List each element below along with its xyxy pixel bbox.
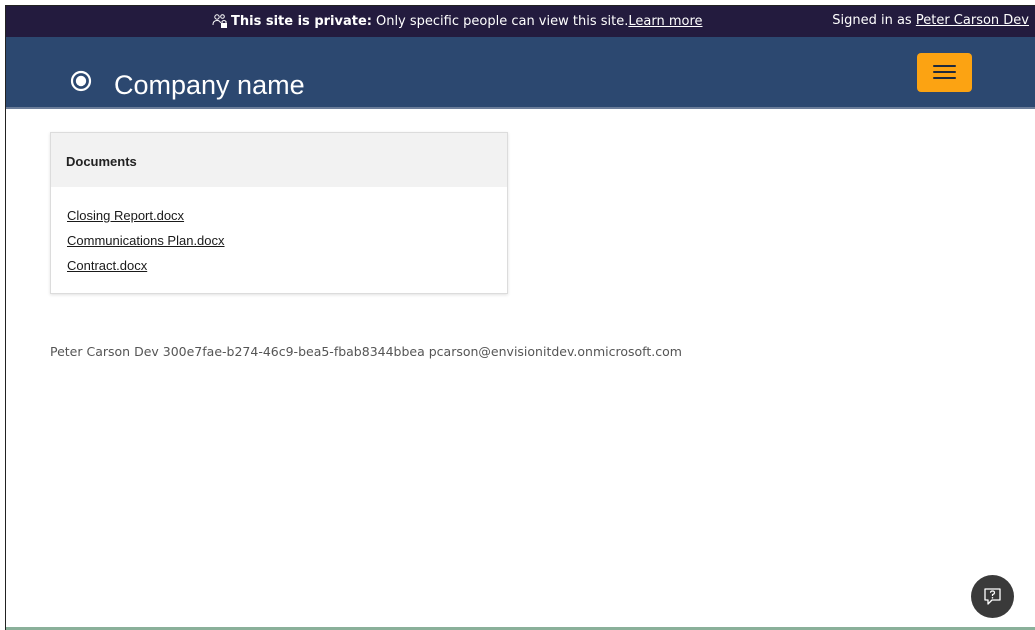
menu-button[interactable] [917, 53, 972, 92]
people-lock-icon [212, 13, 228, 29]
document-link[interactable]: Contract.docx [67, 258, 147, 273]
privacy-notice: This site is private: Only specific peop… [212, 13, 703, 29]
user-info-text: Peter Carson Dev 300e7fae-b274-46c9-bea5… [50, 344, 682, 359]
ring-logo-icon[interactable] [70, 70, 92, 92]
privacy-label: This site is private: [231, 13, 372, 29]
privacy-message: Only specific people can view this site. [375, 13, 629, 29]
signed-in-status: Signed in as Peter Carson Dev [832, 13, 1029, 28]
privacy-bar: This site is private: Only specific peop… [6, 6, 1035, 37]
document-link[interactable]: Closing Report.docx [67, 208, 184, 223]
help-button[interactable] [971, 575, 1014, 618]
documents-title: Documents [66, 154, 137, 169]
signed-in-prefix: Signed in as [832, 13, 912, 28]
signed-in-user-link[interactable]: Peter Carson Dev [916, 13, 1029, 28]
documents-list: Closing Report.docx Communications Plan.… [67, 208, 225, 283]
list-item: Communications Plan.docx [67, 233, 225, 258]
list-item: Closing Report.docx [67, 208, 225, 233]
documents-card: Documents Closing Report.docx Communicat… [50, 132, 508, 294]
documents-card-header: Documents [51, 133, 507, 187]
learn-more-link[interactable]: Learn more [628, 14, 702, 29]
page-frame: This site is private: Only specific peop… [5, 5, 1035, 630]
list-item: Contract.docx [67, 258, 225, 283]
document-link[interactable]: Communications Plan.docx [67, 233, 225, 248]
company-name[interactable]: Company name [114, 70, 305, 100]
site-header: Company name [6, 37, 1035, 109]
